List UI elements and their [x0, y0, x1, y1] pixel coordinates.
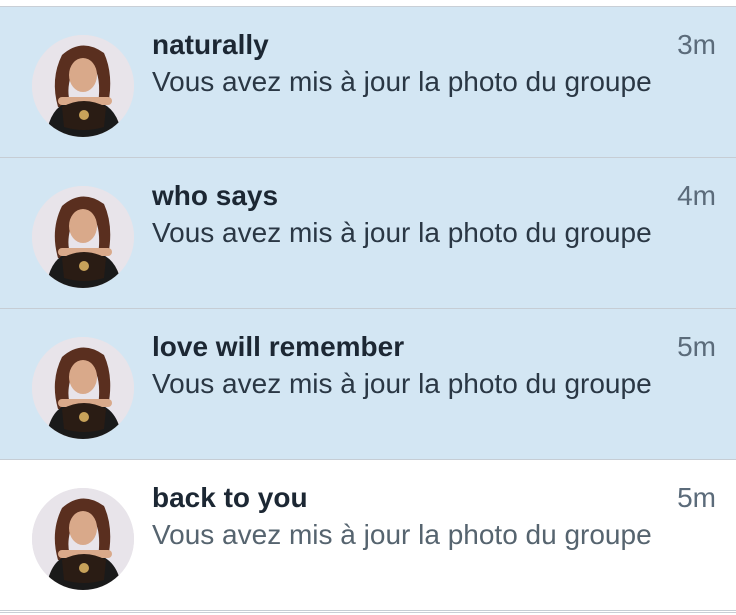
- notification-row[interactable]: back to you 5m Vous avez mis à jour la p…: [0, 460, 736, 611]
- person-photo-icon: [32, 488, 134, 590]
- group-avatar[interactable]: [32, 186, 134, 288]
- notification-message: Vous avez mis à jour la photo du groupe: [152, 519, 652, 550]
- notification-list: naturally 3m Vous avez mis à jour la pho…: [0, 0, 736, 615]
- person-photo-icon: [32, 337, 134, 439]
- timestamp: 5m: [677, 331, 716, 362]
- person-photo-icon: [32, 186, 134, 288]
- notification-message: Vous avez mis à jour la photo du groupe: [152, 368, 652, 399]
- notification-row[interactable]: naturally 3m Vous avez mis à jour la pho…: [0, 7, 736, 158]
- group-avatar[interactable]: [32, 337, 134, 439]
- person-photo-icon: [32, 35, 134, 137]
- conversation-title: naturally: [152, 29, 269, 60]
- timestamp: 3m: [677, 29, 716, 60]
- timestamp: 5m: [677, 482, 716, 513]
- conversation-title: who says: [152, 180, 279, 211]
- notification-message: Vous avez mis à jour la photo du groupe: [152, 217, 652, 248]
- group-avatar[interactable]: [32, 35, 134, 137]
- notification-row[interactable]: who says 4m Vous avez mis à jour la phot…: [0, 158, 736, 309]
- divider: [0, 612, 736, 613]
- timestamp: 4m: [677, 180, 716, 211]
- notification-row[interactable]: love will remember 5m Vous avez mis à jo…: [0, 309, 736, 460]
- notification-message: Vous avez mis à jour la photo du groupe: [152, 66, 652, 97]
- group-avatar[interactable]: [32, 488, 134, 590]
- conversation-title: love will remember: [152, 331, 405, 362]
- conversation-title: back to you: [152, 482, 308, 513]
